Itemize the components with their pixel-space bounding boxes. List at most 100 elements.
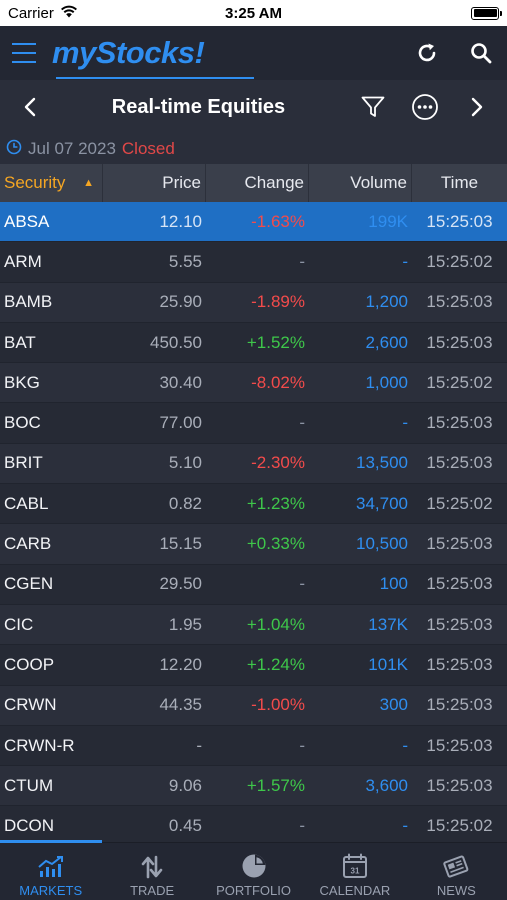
tab-portfolio-label: PORTFOLIO bbox=[216, 883, 291, 898]
change-cell: -1.89% bbox=[251, 292, 305, 312]
carrier-group: Carrier bbox=[8, 5, 78, 22]
tab-news-label: NEWS bbox=[436, 883, 476, 898]
tab-calendar[interactable]: 31 CALENDAR bbox=[304, 843, 405, 900]
tab-calendar-label: CALENDAR bbox=[319, 883, 391, 898]
change-cell: -8.02% bbox=[251, 372, 305, 392]
app-bar: myStocks! bbox=[0, 26, 507, 80]
security-cell: ABSA bbox=[4, 211, 50, 231]
status-bar: Carrier 3:25 AM bbox=[0, 0, 507, 26]
volume-cell: - bbox=[402, 251, 408, 271]
price-cell: 29.50 bbox=[159, 574, 202, 594]
change-cell: -2.30% bbox=[251, 453, 305, 473]
table-row[interactable]: CGEN 29.50 - 100 15:25:03 bbox=[0, 564, 507, 605]
security-cell: BAT bbox=[4, 332, 36, 352]
security-cell: BAMB bbox=[4, 292, 53, 312]
sort-ascending-icon: ▲ bbox=[83, 177, 94, 189]
price-cell: 44.35 bbox=[159, 695, 202, 715]
price-cell: 5.55 bbox=[168, 251, 202, 271]
time-cell: 15:25:03 bbox=[426, 413, 493, 433]
tab-trade[interactable]: TRADE bbox=[101, 843, 202, 900]
logo-underline bbox=[56, 77, 254, 79]
table-row[interactable]: CIC 1.95 +1.04% 137K 15:25:03 bbox=[0, 604, 507, 646]
volume-cell: - bbox=[402, 816, 408, 836]
time-cell: 15:25:03 bbox=[426, 654, 493, 674]
price-cell: 77.00 bbox=[159, 413, 202, 433]
column-price[interactable]: Price bbox=[103, 164, 206, 202]
price-cell: 15.15 bbox=[159, 534, 202, 554]
filter-icon[interactable] bbox=[359, 93, 387, 121]
wifi-icon bbox=[60, 5, 78, 22]
chevron-right-icon[interactable] bbox=[463, 93, 491, 121]
table-row[interactable]: ABSA 12.10 -1.63% 199K 15:25:03 bbox=[0, 202, 507, 243]
column-volume[interactable]: Volume bbox=[309, 164, 412, 202]
change-cell: - bbox=[299, 251, 305, 271]
change-cell: - bbox=[299, 816, 305, 836]
menu-icon[interactable] bbox=[12, 43, 36, 63]
table-row[interactable]: CRWN 44.35 -1.00% 300 15:25:03 bbox=[0, 685, 507, 726]
table-row[interactable]: ARM 5.55- -15:25:02 bbox=[0, 242, 507, 283]
portfolio-pie-icon bbox=[241, 853, 267, 879]
change-cell: -1.63% bbox=[251, 211, 305, 231]
price-cell: 12.10 bbox=[159, 211, 202, 231]
table-row[interactable]: CTUM 9.06 +1.57% 3,600 15:25:03 bbox=[0, 766, 507, 807]
change-cell: +1.04% bbox=[246, 614, 305, 634]
time-cell: 15:25:03 bbox=[426, 292, 493, 312]
more-options-icon[interactable] bbox=[411, 93, 439, 121]
table-row[interactable]: BAT 450.50 +1.52% 2,600 15:25:03 bbox=[0, 322, 507, 364]
tab-markets[interactable]: MARKETS bbox=[0, 843, 101, 900]
active-tab-indicator bbox=[0, 840, 102, 843]
trade-arrows-icon bbox=[139, 855, 165, 879]
column-security[interactable]: Security ▲ bbox=[0, 164, 103, 202]
volume-cell: 1,000 bbox=[365, 372, 408, 392]
refresh-icon[interactable] bbox=[413, 39, 441, 67]
time-cell: 15:25:03 bbox=[426, 614, 493, 634]
price-cell: 12.20 bbox=[159, 654, 202, 674]
volume-cell: 300 bbox=[379, 695, 408, 715]
security-cell: CARB bbox=[4, 534, 52, 554]
time-cell: 15:25:03 bbox=[426, 534, 493, 554]
tab-news[interactable]: NEWS bbox=[406, 843, 507, 900]
price-cell: - bbox=[196, 735, 202, 755]
time-cell: 15:25:03 bbox=[426, 453, 493, 473]
price-cell: 5.10 bbox=[168, 453, 202, 473]
table-row[interactable]: CABL 0.82 +1.23% 34,700 15:25:02 bbox=[0, 484, 507, 525]
time-cell: 15:25:02 bbox=[426, 816, 493, 836]
security-cell: BRIT bbox=[4, 453, 43, 473]
price-cell: 0.82 bbox=[168, 493, 202, 513]
table-row[interactable]: BOC 77.00- -15:25:03 bbox=[0, 403, 507, 444]
time-cell: 15:25:03 bbox=[426, 735, 493, 755]
security-cell: CIC bbox=[4, 614, 34, 634]
change-cell: +1.52% bbox=[246, 332, 305, 352]
volume-cell: - bbox=[402, 413, 408, 433]
market-date: Jul 07 2023 bbox=[28, 139, 116, 158]
table-row[interactable]: CARB 15.15 +0.33% 10,500 15:25:03 bbox=[0, 524, 507, 565]
change-cell: +1.23% bbox=[246, 493, 305, 513]
battery-icon bbox=[471, 6, 502, 20]
time-cell: 15:25:03 bbox=[426, 332, 493, 352]
volume-cell: 100 bbox=[379, 574, 408, 594]
table-row[interactable]: BKG 30.40 -8.02% 1,000 15:25:02 bbox=[0, 363, 507, 404]
time-cell: 15:25:02 bbox=[426, 372, 493, 392]
tab-portfolio[interactable]: PORTFOLIO bbox=[203, 843, 304, 900]
carrier-label: Carrier bbox=[8, 4, 54, 22]
table-row[interactable]: BAMB 25.90 -1.89% 1,200 15:25:03 bbox=[0, 282, 507, 323]
table-row[interactable]: CRWN-R - - -15:25:03 bbox=[0, 725, 507, 767]
table-row[interactable]: BRIT 5.10 -2.30% 13,500 15:25:03 bbox=[0, 443, 507, 485]
time-cell: 15:25:03 bbox=[426, 211, 493, 231]
sub-header: Real-time Equities bbox=[0, 80, 507, 134]
chevron-left-icon[interactable] bbox=[16, 93, 44, 121]
calendar-day: 31 bbox=[350, 867, 359, 876]
table-row[interactable]: COOP 12.20 +1.24% 101K 15:25:03 bbox=[0, 645, 507, 686]
security-cell: CABL bbox=[4, 493, 49, 513]
app-root: Carrier 3:25 AM myStocks! Real-time Equi… bbox=[0, 0, 507, 900]
price-cell: 25.90 bbox=[159, 292, 202, 312]
column-change[interactable]: Change bbox=[206, 164, 309, 202]
security-cell: BOC bbox=[4, 413, 41, 433]
bottom-tab-bar: MARKETS TRADE PORTFOLIO 31 CALENDAR NEWS bbox=[0, 840, 507, 900]
price-cell: 30.40 bbox=[159, 372, 202, 392]
search-icon[interactable] bbox=[467, 39, 495, 67]
change-cell: - bbox=[299, 574, 305, 594]
price-cell: 450.50 bbox=[150, 332, 202, 352]
volume-cell: 13,500 bbox=[356, 453, 408, 473]
column-time[interactable]: Time bbox=[412, 164, 507, 202]
